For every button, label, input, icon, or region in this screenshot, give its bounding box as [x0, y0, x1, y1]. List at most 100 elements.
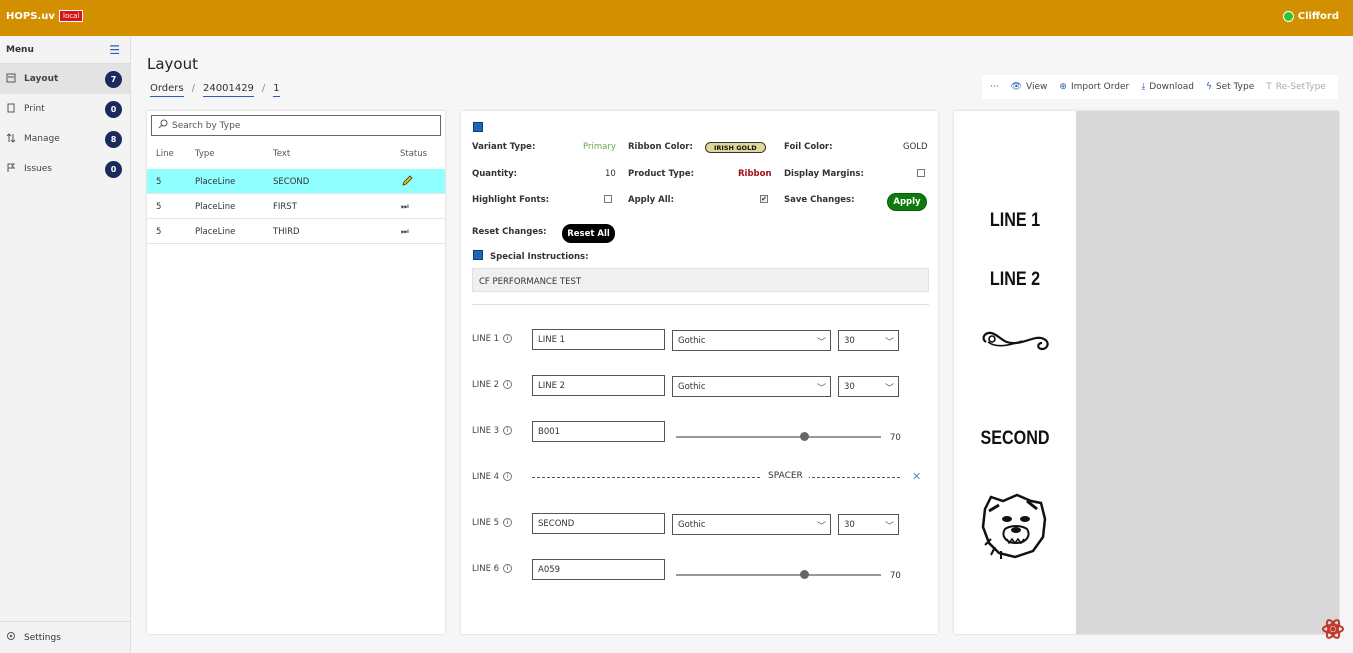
download-label: Download [1149, 82, 1194, 92]
line-1-font-select[interactable]: Gothic ﹀ [672, 330, 831, 351]
download-icon: ⤓ [1141, 82, 1146, 92]
download-button[interactable]: ⤓ Download [1141, 82, 1194, 92]
info-icon[interactable]: i [503, 518, 513, 527]
skip-icon[interactable]: ⏭ [401, 202, 409, 212]
sidebar-item-label: Manage [24, 134, 60, 144]
set-type-button[interactable]: ϟ Set Type [1206, 82, 1254, 92]
table-row[interactable]: 5 PlaceLine FIRST ⏭ [147, 194, 445, 219]
line-5-text-input[interactable]: SECOND [532, 513, 665, 534]
search-input[interactable]: Search by Type [151, 115, 441, 136]
column-header[interactable]: Type [195, 149, 215, 159]
line-6-size-slider[interactable] [676, 570, 881, 579]
sidebar-item-print[interactable]: Print 0 [0, 94, 130, 124]
chevron-down-icon: ﹀ [884, 522, 894, 532]
sidebar-item-issues[interactable]: Issues 0 [0, 154, 130, 184]
breadcrumb-item[interactable]: 1 [273, 83, 280, 97]
line-2-label: LINE 2i [472, 380, 513, 390]
env-badge: local [59, 10, 84, 22]
line-2-size-select[interactable]: 30 ﹀ [838, 376, 899, 397]
foil-color-label: Foil Color: [784, 142, 833, 152]
collapse-icon[interactable] [473, 122, 483, 132]
ribbon-color-badge: IRISH GOLD [705, 142, 766, 153]
reset-changes-label: Reset Changes: [472, 227, 547, 237]
reset-all-button[interactable]: Reset All [562, 224, 615, 243]
divider [472, 304, 929, 305]
info-icon[interactable]: i [503, 380, 513, 389]
preview-line-5: SECOND [980, 428, 1050, 449]
apply-button[interactable]: Apply [887, 193, 927, 211]
special-instructions-text: CF PERFORMANCE TEST [472, 268, 929, 292]
sort-icon [6, 132, 16, 146]
action-toolbar: ··· 👁 View ⊕ Import Order ⤓ Download ϟ S… [982, 75, 1338, 99]
info-icon[interactable]: i [503, 472, 513, 481]
view-button[interactable]: 👁 View [1011, 82, 1048, 92]
highlight-fonts-checkbox[interactable] [604, 195, 612, 203]
slider-handle[interactable] [800, 570, 809, 579]
import-order-label: Import Order [1070, 82, 1130, 92]
row-text: FIRST [273, 202, 297, 212]
line-3-slider-value: 70 [890, 433, 901, 443]
line-3-graphic-input[interactable]: B001 [532, 421, 665, 442]
apply-all-checkbox[interactable]: ✔ [760, 195, 768, 203]
line-2-font-select[interactable]: Gothic ﹀ [672, 376, 831, 397]
sidebar-item-label: Print [24, 104, 45, 114]
sidebar-item-manage[interactable]: Manage 8 [0, 124, 130, 154]
line-1-text-input[interactable]: LINE 1 [532, 329, 665, 350]
close-icon[interactable]: ✕ [912, 470, 921, 483]
app-logo[interactable]: HOPS.uv [6, 11, 55, 22]
column-header[interactable]: Line [156, 149, 174, 159]
breadcrumb-separator: / [261, 83, 266, 94]
info-icon[interactable]: i [503, 426, 513, 435]
table-row[interactable]: 5 PlaceLine THIRD ⏭ [147, 219, 445, 244]
sidebar-item-label: Layout [24, 74, 59, 84]
row-line: 5 [156, 177, 162, 187]
info-icon[interactable]: i [503, 564, 513, 573]
chevron-down-icon: ﹀ [884, 384, 894, 394]
skip-icon[interactable]: ⏭ [401, 227, 409, 237]
column-header[interactable]: Status [400, 149, 427, 159]
user-menu[interactable]: Clifford [1282, 11, 1339, 22]
chevron-down-icon: ﹀ [816, 522, 826, 532]
line-6-graphic-input[interactable]: A059 [532, 559, 665, 580]
line-list-panel: Search by Type Line Type Text Status 5 P… [147, 111, 445, 634]
react-devtools-icon[interactable] [1321, 617, 1345, 641]
display-margins-checkbox[interactable] [917, 169, 925, 177]
sidebar-item-settings[interactable]: Settings [0, 621, 130, 653]
column-header[interactable]: Text [273, 149, 290, 159]
collapse-icon[interactable] [473, 250, 483, 260]
slider-handle[interactable] [800, 432, 809, 441]
print-icon [6, 103, 16, 116]
settings-label: Settings [24, 632, 61, 643]
line-5-font-select[interactable]: Gothic ﹀ [672, 514, 831, 535]
row-line: 5 [156, 227, 162, 237]
chevron-down-icon: ﹀ [816, 384, 826, 394]
bulldog-mascot-icon [977, 489, 1051, 564]
variant-type-label: Variant Type: [472, 142, 536, 152]
line-3-size-slider[interactable] [676, 432, 881, 441]
search-placeholder: Search by Type [172, 120, 241, 131]
table-header: Line Type Text Status [147, 149, 445, 167]
import-order-button[interactable]: ⊕ Import Order [1059, 82, 1129, 92]
line-5-size-select[interactable]: 30 ﹀ [838, 514, 899, 535]
line-2-text-input[interactable]: LINE 2 [532, 375, 665, 396]
info-icon[interactable]: i [503, 334, 513, 343]
ribbon-preview-panel: LINE 1 LINE 2 SECOND [954, 111, 1339, 634]
quantity-label: Quantity: [472, 169, 518, 179]
edit-icon[interactable] [401, 175, 413, 190]
size-value: 30 [844, 382, 855, 392]
reset-type-button[interactable]: T Re-SetType [1266, 82, 1326, 92]
spacer-label: SPACER [762, 471, 809, 481]
breadcrumb-order-number[interactable]: 24001429 [203, 83, 254, 97]
sidebar-item-layout[interactable]: Layout 7 [0, 64, 130, 94]
hamburger-icon[interactable]: ☰ [109, 43, 120, 57]
flag-icon [6, 163, 16, 176]
special-instructions-label: Special Instructions: [490, 252, 589, 262]
table-row[interactable]: 5 PlaceLine SECOND [147, 169, 445, 194]
more-icon[interactable]: ··· [990, 82, 999, 92]
breadcrumb-orders[interactable]: Orders [150, 83, 184, 97]
ribbon-color-label: Ribbon Color: [628, 142, 693, 152]
lightning-icon: ϟ [1205, 82, 1212, 92]
line-4-label: LINE 4i [472, 472, 513, 482]
line-1-size-select[interactable]: 30 ﹀ [838, 330, 899, 351]
menu-header: Menu ☰ [0, 36, 130, 64]
